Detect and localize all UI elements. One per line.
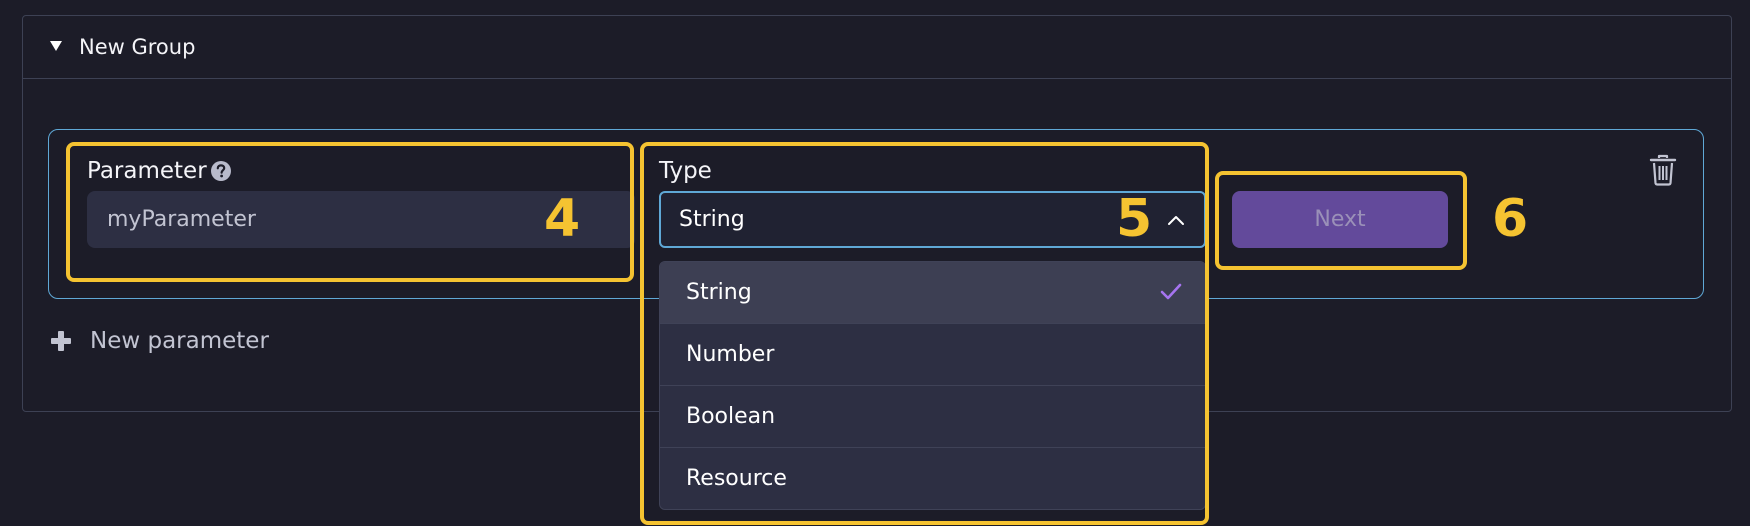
callout-number: 6 xyxy=(1492,189,1529,249)
type-option-label: Number xyxy=(686,342,775,367)
group-title: New Group xyxy=(79,35,196,59)
chevron-up-icon[interactable] xyxy=(1166,211,1186,229)
type-option-boolean[interactable]: Boolean xyxy=(660,386,1205,448)
type-label: Type xyxy=(659,158,712,184)
caret-down-icon[interactable] xyxy=(48,38,64,54)
type-option-number[interactable]: Number xyxy=(660,324,1205,386)
checkmark-icon xyxy=(1160,283,1182,300)
question-circle-icon[interactable] xyxy=(210,160,232,182)
callout-number: 5 xyxy=(1116,189,1153,249)
type-option-string[interactable]: String xyxy=(660,262,1205,324)
group-header[interactable]: New Group xyxy=(23,16,1731,79)
add-parameter-label: New parameter xyxy=(90,328,269,354)
type-option-label: Boolean xyxy=(686,404,776,429)
plus-icon xyxy=(51,331,71,351)
type-option-label: Resource xyxy=(686,466,787,491)
stage: New Group Parameter Type String String N… xyxy=(0,0,1750,526)
type-option-resource[interactable]: Resource xyxy=(660,448,1205,509)
type-option-label: String xyxy=(686,280,752,305)
type-select-value: String xyxy=(679,207,745,232)
next-button[interactable]: Next xyxy=(1232,191,1448,248)
trash-icon[interactable] xyxy=(1649,154,1677,186)
callout-number: 4 xyxy=(544,189,581,249)
parameter-label: Parameter xyxy=(87,158,207,184)
type-dropdown-menu: String Number Boolean Resource xyxy=(659,261,1206,510)
